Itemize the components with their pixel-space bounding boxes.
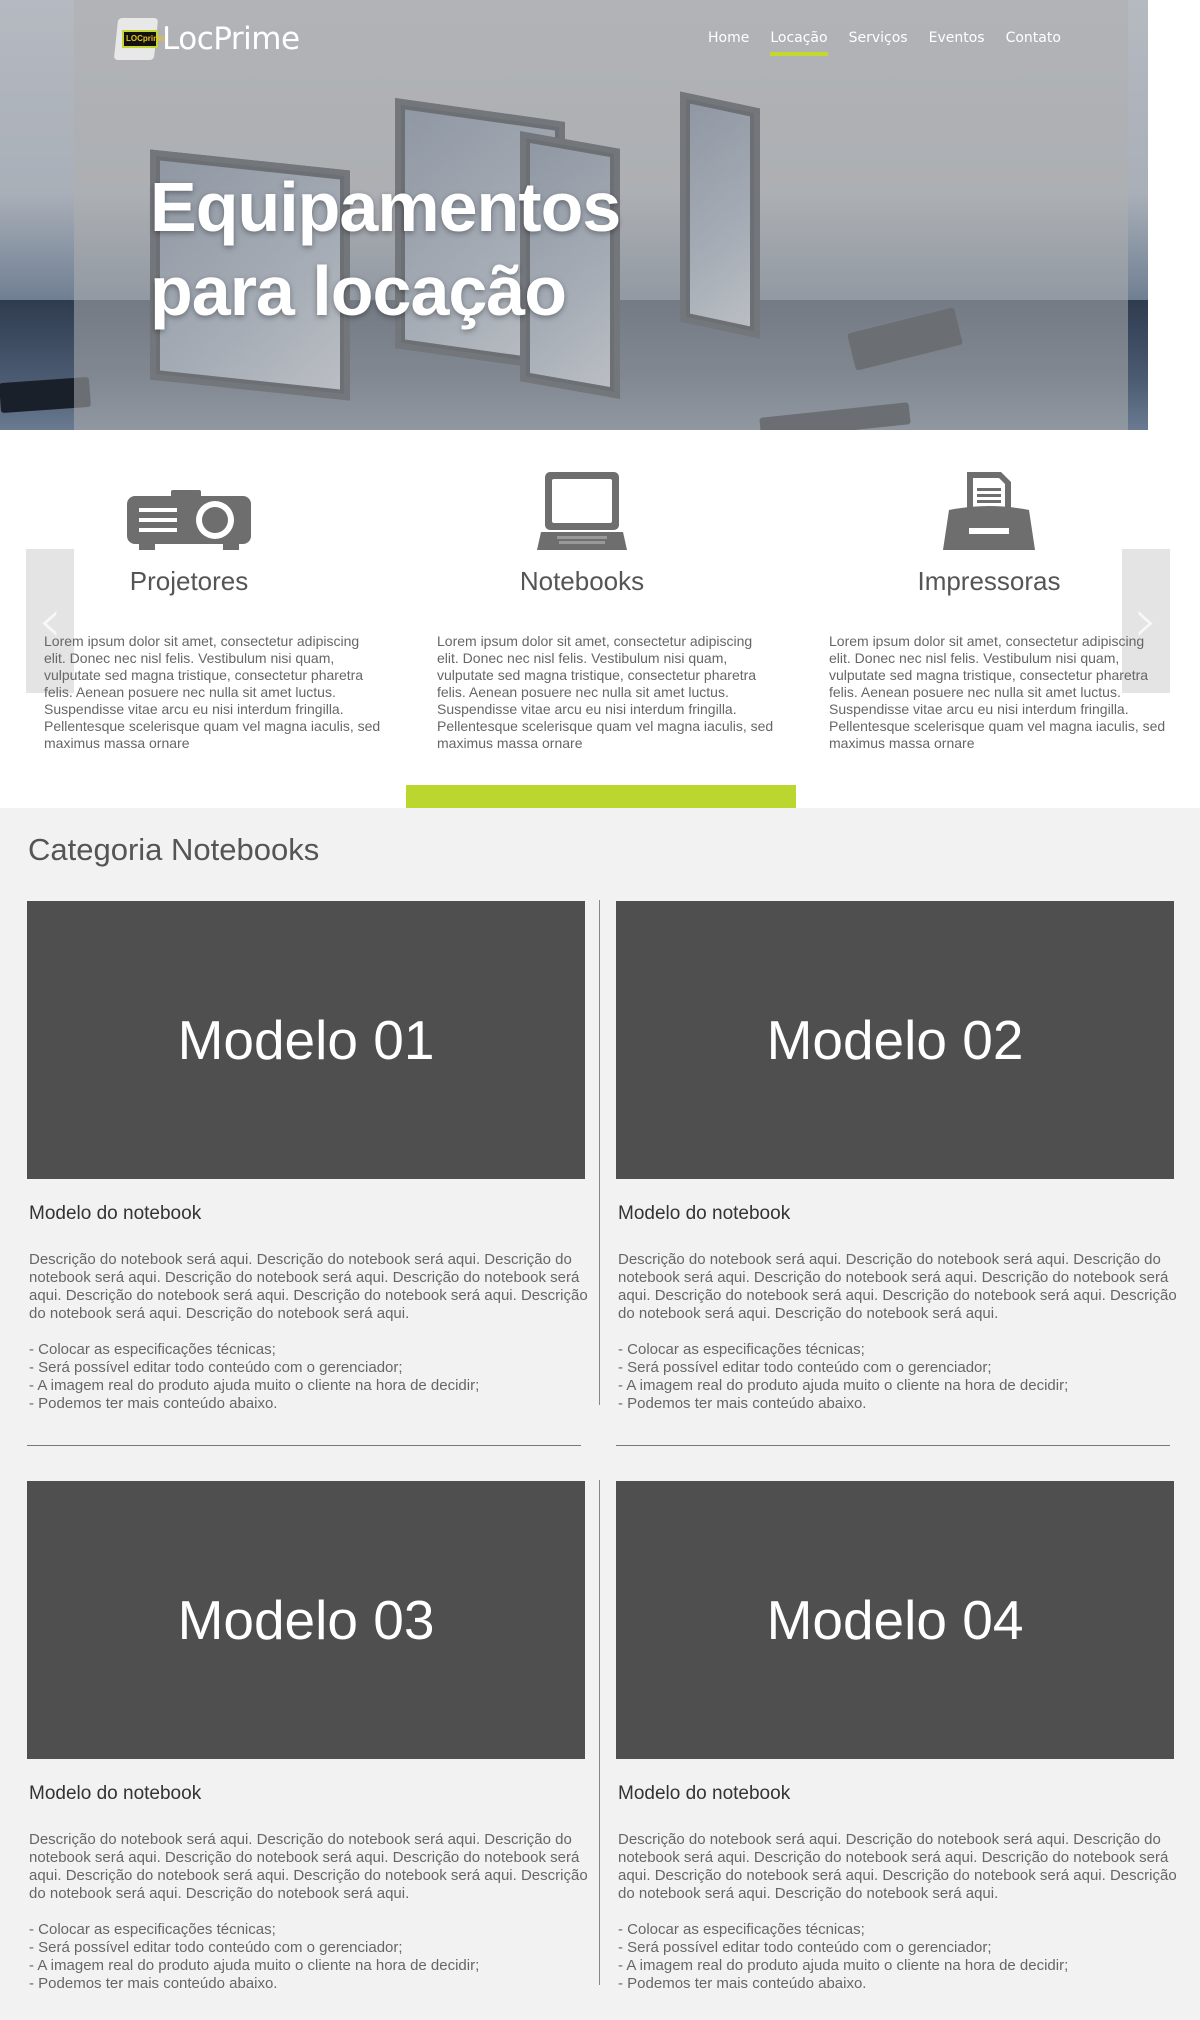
- nav-item-contato[interactable]: Contato: [1006, 30, 1061, 52]
- main-nav: Home Locação Serviços Eventos Contato: [708, 30, 1061, 56]
- feature-card-notebooks: Notebooks Lorem ipsum dolor sit amet, co…: [437, 464, 777, 752]
- product-thumbnail[interactable]: Modelo 02: [616, 901, 1174, 1179]
- hero-title-line2: para locação: [150, 252, 567, 330]
- hero-title: Equipamentos para locação: [150, 165, 621, 333]
- row-divider: [27, 1445, 581, 1446]
- product-description: Descrição do notebook será aqui. Descriç…: [29, 1831, 588, 1902]
- feature-text: Lorem ipsum dolor sit amet, consectetur …: [44, 633, 381, 751]
- hero-banner: LOCprime LocPrime Home Locação Serviços …: [0, 0, 1200, 430]
- spec-item: - Colocar as especificações técnicas;: [618, 1341, 865, 1358]
- feature-text: Lorem ipsum dolor sit amet, consectetur …: [437, 633, 774, 751]
- brand-logo[interactable]: LOCprime LocPrime: [112, 16, 300, 62]
- product-specs: - Colocar as especificações técnicas; - …: [29, 1341, 587, 1413]
- nav-item-home[interactable]: Home: [708, 30, 749, 52]
- spec-item: - A imagem real do produto ajuda muito o…: [29, 1957, 480, 1974]
- spec-item: - Será possível editar todo conteúdo com…: [618, 1939, 992, 1956]
- product-description: Descrição do notebook será aqui. Descriç…: [618, 1831, 1177, 1902]
- nav-item-locacao[interactable]: Locação: [770, 30, 828, 56]
- product-thumbnail[interactable]: Modelo 01: [27, 901, 585, 1179]
- feature-card-projetores: Projetores Lorem ipsum dolor sit amet, c…: [44, 464, 384, 752]
- product-description: Descrição do notebook será aqui. Descriç…: [29, 1251, 588, 1322]
- column-divider: [599, 900, 600, 1405]
- column-divider: [599, 1480, 600, 1985]
- product-description: Descrição do notebook será aqui. Descriç…: [618, 1251, 1177, 1322]
- product-card[interactable]: Modelo 03 Modelo do notebook Descrição d…: [27, 1481, 588, 1993]
- logo-icon: LOCprime: [112, 16, 165, 62]
- category-title: Categoria Notebooks: [28, 832, 320, 867]
- spec-item: - Será possível editar todo conteúdo com…: [29, 1939, 403, 1956]
- spec-item: - Colocar as especificações técnicas;: [618, 1921, 865, 1938]
- spec-item: - Será possível editar todo conteúdo com…: [29, 1359, 403, 1376]
- feature-title: Notebooks: [519, 566, 645, 596]
- feature-card-impressoras: Impressoras Lorem ipsum dolor sit amet, …: [829, 464, 1169, 752]
- product-name: Modelo do notebook: [618, 1203, 791, 1224]
- spec-item: - Colocar as especificações técnicas;: [29, 1341, 276, 1358]
- product-card[interactable]: Modelo 04 Modelo do notebook Descrição d…: [616, 1481, 1177, 1993]
- spec-item: - A imagem real do produto ajuda muito o…: [618, 1957, 1069, 1974]
- nav-item-servicos[interactable]: Serviços: [849, 30, 908, 52]
- brand-name: LocPrime: [162, 21, 300, 57]
- spec-item: - Podemos ter mais conteúdo abaixo.: [29, 1395, 278, 1412]
- feature-title: Impressoras: [917, 566, 1061, 596]
- hero-title-line1: Equipamentos: [150, 168, 621, 246]
- spec-item: - Colocar as especificações técnicas;: [29, 1921, 276, 1938]
- spec-item: - A imagem real do produto ajuda muito o…: [29, 1377, 480, 1394]
- projector-icon: [127, 490, 251, 550]
- product-name: Modelo do notebook: [618, 1783, 791, 1804]
- product-card[interactable]: Modelo 02 Modelo do notebook Descrição d…: [616, 901, 1177, 1413]
- product-name: Modelo do notebook: [29, 1203, 202, 1224]
- active-slide-indicator: [406, 785, 796, 808]
- nav-item-eventos[interactable]: Eventos: [929, 30, 985, 52]
- spec-item: - Podemos ter mais conteúdo abaixo.: [618, 1975, 867, 1992]
- spec-item: - Podemos ter mais conteúdo abaixo.: [29, 1975, 278, 1992]
- product-specs: - Colocar as especificações técnicas; - …: [618, 1921, 1176, 1993]
- product-specs: - Colocar as especificações técnicas; - …: [618, 1341, 1176, 1413]
- product-specs: - Colocar as especificações técnicas; - …: [29, 1921, 587, 1993]
- feature-title: Projetores: [129, 566, 249, 596]
- spec-item: - Será possível editar todo conteúdo com…: [618, 1359, 992, 1376]
- product-card[interactable]: Modelo 01 Modelo do notebook Descrição d…: [27, 901, 588, 1413]
- printer-icon: [943, 472, 1035, 550]
- spec-item: - Podemos ter mais conteúdo abaixo.: [618, 1395, 867, 1412]
- laptop-icon: [537, 472, 627, 550]
- product-thumbnail[interactable]: Modelo 04: [616, 1481, 1174, 1759]
- row-divider: [616, 1445, 1170, 1446]
- spec-item: - A imagem real do produto ajuda muito o…: [618, 1377, 1069, 1394]
- feature-text: Lorem ipsum dolor sit amet, consectetur …: [829, 633, 1166, 751]
- product-thumbnail[interactable]: Modelo 03: [27, 1481, 585, 1759]
- product-name: Modelo do notebook: [29, 1783, 202, 1804]
